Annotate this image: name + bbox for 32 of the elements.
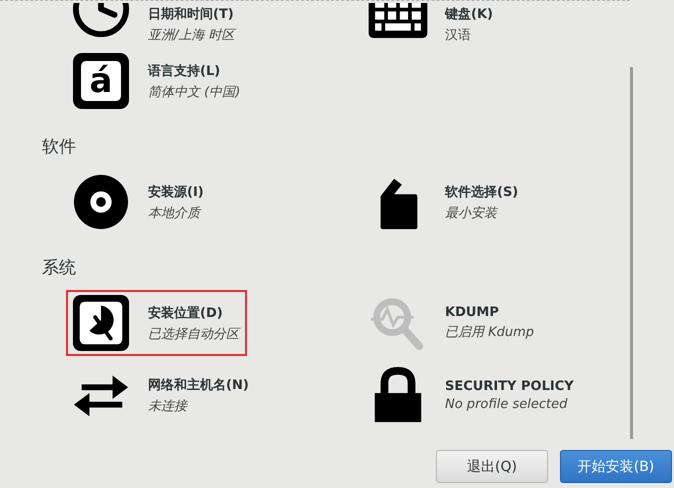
installer-spoke[interactable]: 安装位置(D) 已选择自动分区 [66, 290, 247, 356]
scrollbar[interactable] [630, 67, 633, 439]
action-button[interactable]: 退出(Q) [436, 450, 548, 483]
installer-spoke[interactable]: 网络和主机名(N) 未连接 [66, 362, 257, 428]
installer-spoke[interactable]: á 语言支持(L) 简体中文 (中国) [66, 48, 248, 114]
section-heading: 系统 [42, 257, 77, 280]
spoke-status: 已启用 Kdump [445, 324, 534, 341]
installer-spoke[interactable]: KDUMP 已启用 Kdump [363, 290, 542, 356]
spoke-status: 最小安装 [445, 204, 499, 222]
spoke-status: 未连接 [148, 398, 189, 414]
spoke-title: SECURITY POLICY [445, 378, 574, 394]
action-button[interactable]: 开始安装(B) [560, 450, 672, 483]
spoke-title: 软件选择(S) [445, 184, 518, 200]
spoke-status: 简体中文 (中国) [148, 84, 240, 100]
spoke-status: 本地介质 [148, 204, 202, 222]
installer-spoke[interactable]: 软件选择(S) 最小安装 [363, 169, 526, 235]
section-heading: 软件 [42, 136, 77, 159]
language-icon: á [73, 53, 129, 109]
keyboard-icon [368, 3, 428, 38]
installer-spoke[interactable]: 安装源(I) 本地介质 [66, 169, 212, 235]
disc-icon [72, 173, 130, 231]
spoke-title: 日期和时间(T) [148, 6, 235, 23]
spoke-title: 键盘(K) [445, 6, 493, 23]
spoke-status: 已选择自动分区 [148, 326, 239, 342]
spoke-title: 语言支持(L) [148, 62, 222, 80]
spoke-title: 安装源(I) [148, 184, 204, 200]
spoke-title: KDUMP [445, 305, 500, 320]
spoke-title: 安装位置(D) [148, 304, 224, 322]
spoke-status: No profile selected [445, 396, 568, 412]
spoke-status: 亚洲/上海 时区 [148, 27, 235, 44]
installer-spoke[interactable]: SECURITY POLICY No profile selected [363, 362, 582, 428]
spoke-title: 网络和主机名(N) [148, 376, 249, 394]
